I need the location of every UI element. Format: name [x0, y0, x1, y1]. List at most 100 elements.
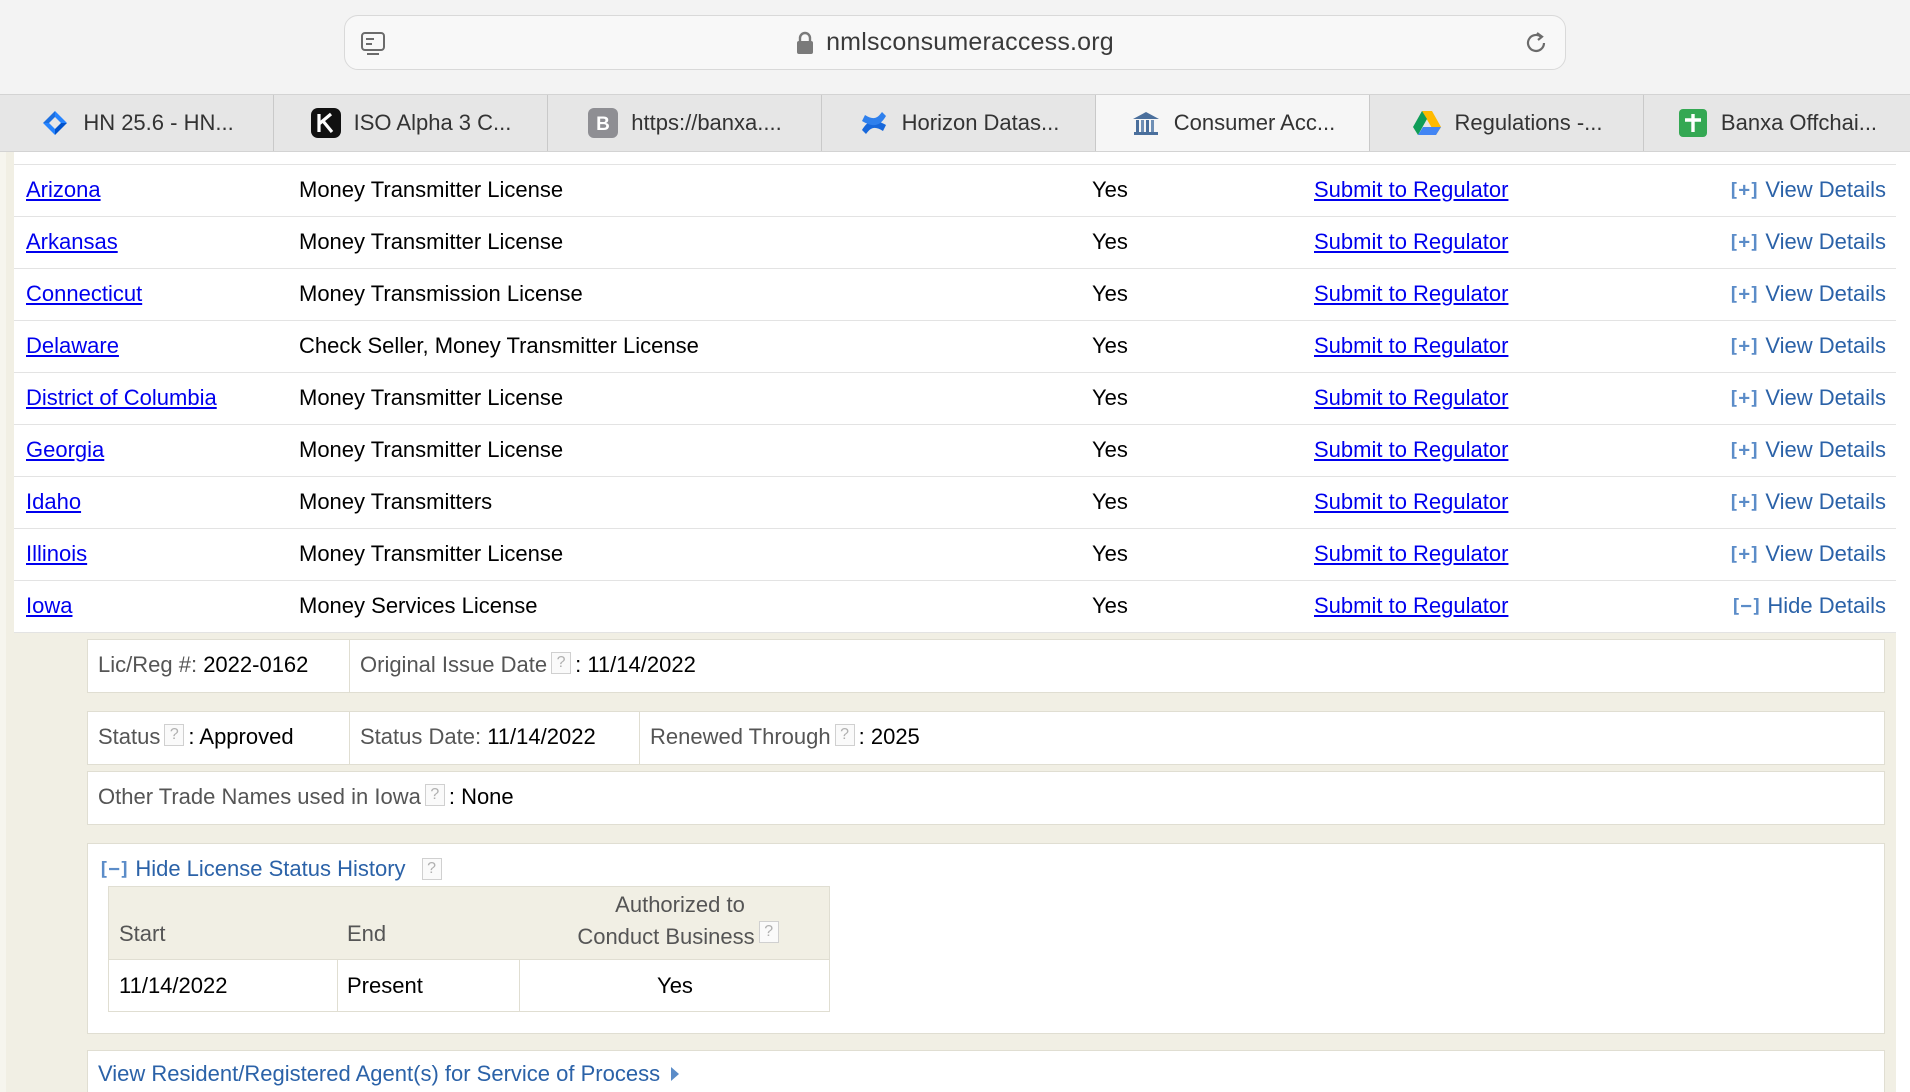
state-link[interactable]: Iowa [26, 593, 72, 619]
submit-to-regulator-link[interactable]: Submit to Regulator [1314, 385, 1508, 411]
state-link[interactable]: Georgia [26, 437, 104, 463]
expand-icon: [+] [1728, 387, 1760, 409]
view-details-toggle[interactable]: [+] View Details [1728, 333, 1886, 359]
submit-to-regulator-link[interactable]: Submit to Regulator [1314, 281, 1508, 307]
trade-names-label: Other Trade Names used in Iowa [98, 784, 421, 809]
view-details-toggle[interactable]: [+] View Details [1728, 281, 1886, 307]
state-link[interactable]: Arkansas [26, 229, 118, 255]
help-icon[interactable]: ? [164, 724, 185, 746]
status-date-value: 11/14/2022 [487, 724, 596, 749]
view-agents-link[interactable]: View Resident/Registered Agent(s) for Se… [98, 1061, 680, 1087]
history-table: Start End Authorized to Conduct Business… [108, 886, 830, 1012]
address-bar[interactable]: nmlsconsumeraccess.org [344, 15, 1566, 70]
tab-banxa[interactable]: B https://banxa.... [548, 95, 822, 151]
details-label: View Details [1765, 437, 1886, 462]
k-app-icon [310, 108, 341, 138]
view-details-toggle[interactable]: [+] View Details [1728, 177, 1886, 203]
tab-banxa-offchain[interactable]: Banxa Offchai... [1644, 95, 1910, 151]
details-label: View Details [1765, 229, 1886, 254]
issue-date-label: Original Issue Date [360, 652, 548, 677]
svg-text:B: B [596, 114, 610, 135]
hide-history-link[interactable]: [−] Hide License Status History ? [98, 856, 446, 882]
lock-icon [797, 31, 814, 54]
license-type: Money Transmitter License [299, 385, 564, 410]
view-details-toggle[interactable]: [+] View Details [1728, 489, 1886, 515]
status-date-cell: Status Date: 11/14/2022 [350, 712, 640, 764]
header-line: Conduct Business [577, 924, 755, 949]
expand-icon: [+] [1728, 335, 1760, 357]
expand-icon: [+] [1728, 491, 1760, 513]
table-row: Arkansas Money Transmitter License Yes S… [14, 217, 1896, 269]
url-text[interactable]: nmlsconsumeraccess.org [826, 28, 1114, 57]
submit-to-regulator-link[interactable]: Submit to Regulator [1314, 489, 1508, 515]
submit-to-regulator-link[interactable]: Submit to Regulator [1314, 593, 1508, 619]
tab-horizon[interactable]: Horizon Datas... [822, 95, 1096, 151]
table-row [14, 152, 1896, 165]
submit-to-regulator-link[interactable]: Submit to Regulator [1314, 333, 1508, 359]
column-header-end: End [347, 921, 387, 946]
header-line: Authorized to [615, 892, 745, 917]
issue-date-cell: Original Issue Date?: 11/14/2022 [360, 652, 696, 677]
reload-icon[interactable] [1521, 28, 1551, 58]
table-row: District of Columbia Money Transmitter L… [14, 373, 1896, 425]
license-number-cell: Lic/Reg #: 2022-0162 [88, 640, 350, 692]
expand-icon: [+] [1728, 543, 1760, 565]
state-link[interactable]: Arizona [26, 177, 101, 203]
help-icon[interactable]: ? [421, 858, 442, 880]
collapse-icon: [−] [1730, 595, 1762, 617]
status-date-label: Status Date: [360, 724, 482, 749]
authorized-value: Yes [1092, 229, 1128, 254]
b-letter-icon: B [588, 108, 619, 138]
state-link[interactable]: Delaware [26, 333, 119, 359]
details-label: View Details [1765, 333, 1886, 358]
submit-to-regulator-link[interactable]: Submit to Regulator [1314, 177, 1508, 203]
table-row: Idaho Money Transmitters Yes Submit to R… [14, 477, 1896, 529]
help-icon[interactable]: ? [424, 784, 445, 806]
submit-to-regulator-link[interactable]: Submit to Regulator [1314, 437, 1508, 463]
page-content: Arizona Money Transmitter License Yes Su… [0, 152, 1910, 1092]
tab-iso[interactable]: ISO Alpha 3 C... [274, 95, 548, 151]
help-icon[interactable]: ? [551, 652, 572, 674]
authorized-value: Yes [1092, 541, 1128, 566]
hide-details-toggle[interactable]: [−] Hide Details [1730, 593, 1886, 619]
submit-to-regulator-link[interactable]: Submit to Regulator [1314, 541, 1508, 567]
license-type: Money Transmitter License [299, 229, 564, 254]
license-type: Money Transmitter License [299, 177, 564, 202]
license-number-label: Lic/Reg #: [98, 652, 198, 677]
details-label: Hide Details [1767, 593, 1886, 618]
tab-label: https://banxa.... [631, 110, 782, 135]
license-type: Money Transmitter License [299, 541, 564, 566]
renewed-through-cell: Renewed Through?: 2025 [650, 724, 920, 749]
expand-icon: [+] [1728, 179, 1760, 201]
browser-toolbar: nmlsconsumeraccess.org [0, 0, 1910, 94]
expand-icon: [+] [1728, 231, 1760, 253]
license-type: Money Transmitter License [299, 437, 564, 462]
tab-label: Banxa Offchai... [1720, 110, 1878, 135]
page-margin [0, 152, 6, 1092]
state-link[interactable]: Idaho [26, 489, 81, 515]
tab-hn[interactable]: HN 25.6 - HN... [0, 95, 274, 151]
state-link[interactable]: Illinois [26, 541, 87, 567]
page-margin [1896, 152, 1910, 1092]
history-end: Present [347, 973, 423, 998]
help-icon[interactable]: ? [834, 724, 855, 746]
table-row: Connecticut Money Transmission License Y… [14, 269, 1896, 321]
table-row: Arizona Money Transmitter License Yes Su… [14, 165, 1896, 217]
details-label: View Details [1765, 177, 1886, 202]
state-link[interactable]: District of Columbia [26, 385, 217, 411]
table-row: Iowa Money Services License Yes Submit t… [14, 581, 1896, 633]
status-label: Status [98, 724, 161, 749]
tab-consumer-access[interactable]: Consumer Acc... [1096, 95, 1370, 151]
tab-regulations[interactable]: Regulations -... [1370, 95, 1644, 151]
help-icon[interactable]: ? [758, 921, 779, 943]
agent-box: View Resident/Registered Agent(s) for Se… [87, 1050, 1885, 1092]
view-details-toggle[interactable]: [+] View Details [1728, 541, 1886, 567]
license-number-box: Lic/Reg #: 2022-0162 Original Issue Date… [87, 639, 1885, 693]
view-details-toggle[interactable]: [+] View Details [1728, 437, 1886, 463]
view-details-toggle[interactable]: [+] View Details [1728, 385, 1886, 411]
status-value: Approved [199, 724, 294, 749]
history-start: 11/14/2022 [119, 973, 228, 998]
submit-to-regulator-link[interactable]: Submit to Regulator [1314, 229, 1508, 255]
state-link[interactable]: Connecticut [26, 281, 142, 307]
view-details-toggle[interactable]: [+] View Details [1728, 229, 1886, 255]
